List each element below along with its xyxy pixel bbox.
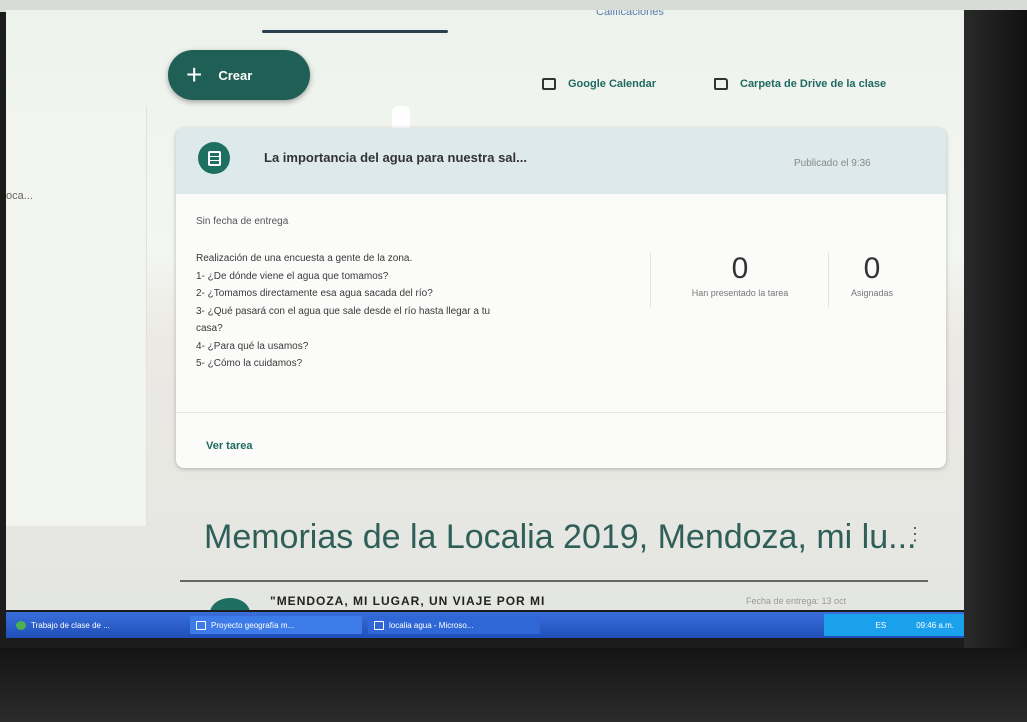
card-divider (176, 412, 946, 413)
calendar-icon (542, 78, 556, 90)
active-tab-indicator (262, 30, 448, 33)
description-line: 3- ¿Qué pasará con el agua que sale desd… (196, 305, 491, 317)
submitted-count: 0 (731, 252, 749, 285)
word-icon (374, 620, 384, 630)
due-date: Sin fecha de entrega (196, 216, 289, 227)
description-line: Realización de una encuesta a gente de l… (196, 253, 413, 264)
create-button-label: Crear (218, 67, 253, 83)
language-indicator[interactable]: ES (876, 621, 887, 630)
plus-icon: + (186, 59, 203, 90)
word-icon (196, 620, 206, 630)
google-calendar-link[interactable]: Google Calendar (542, 78, 656, 90)
assigned-stat[interactable]: 0 Asignadas (832, 252, 912, 298)
google-calendar-label: Google Calendar (568, 78, 657, 90)
more-options-icon[interactable]: ⋮ (906, 524, 924, 545)
assignment-description: Realización de una encuesta a gente de l… (196, 250, 666, 373)
next-item-date: Fecha de entrega: 13 oct (746, 596, 847, 606)
material-icon (210, 598, 250, 610)
topic-divider (180, 580, 928, 582)
next-item-title[interactable]: "MENDOZA, MI LUGAR, UN VIAJE POR MI (270, 594, 545, 608)
submitted-stat[interactable]: 0 Han presentado la tarea (660, 252, 820, 298)
description-line: 2- ¿Tomamos directamente esa agua sacada… (196, 288, 433, 299)
monitor-bezel-right (964, 10, 1027, 650)
create-button[interactable]: + Crear (168, 50, 310, 100)
monitor-bezel-bottom (0, 648, 1027, 722)
folder-icon (714, 78, 728, 90)
submitted-label: Han presentado la tarea (691, 288, 789, 298)
assignment-icon (198, 142, 230, 174)
windows-taskbar: Trabajo de clase de ... Proyecto geograf… (6, 612, 964, 638)
description-line: casa? (196, 323, 223, 334)
system-tray: ES 09:46 a.m. (824, 614, 964, 636)
clock: 09:46 a.m. (916, 620, 954, 630)
chrome-icon (16, 620, 26, 630)
stat-divider (650, 252, 651, 308)
topic-title: Memorias de la Localia 2019, Mendoza, mi… (204, 518, 917, 556)
screen: Calificaciones oca... + Crear Google Cal… (6, 10, 964, 610)
sidebar-item-label[interactable]: oca... (6, 190, 33, 202)
class-drive-folder-label: Carpeta de Drive de la clase (740, 78, 887, 90)
assigned-count: 0 (863, 252, 881, 285)
assignment-card-header[interactable]: La importancia del agua para nuestra sal… (176, 128, 946, 194)
description-line: 4- ¿Para qué la usamos? (196, 340, 309, 352)
description-line: 5- ¿Cómo la cuidamos? (196, 358, 303, 369)
taskbar-item-word-project[interactable]: Proyecto geografía m... (190, 616, 362, 634)
view-assignment-link[interactable]: Ver tarea (206, 440, 252, 452)
taskbar-item-word-localia[interactable]: localia agua - Microso... (368, 616, 540, 634)
taskbar-item-label: localia agua - Microso... (389, 620, 474, 630)
assignment-title[interactable]: La importancia del agua para nuestra sal… (264, 150, 527, 165)
stat-divider (828, 252, 829, 308)
tab-grades[interactable]: Calificaciones (596, 10, 664, 18)
taskbar-item-classroom[interactable]: Trabajo de clase de ... (10, 616, 168, 634)
description-line: 1- ¿De dónde viene el agua que tomamos? (196, 270, 389, 282)
sidebar: oca... (6, 106, 147, 526)
taskbar-item-label: Proyecto geografía m... (211, 620, 295, 630)
taskbar-item-label: Trabajo de clase de ... (31, 620, 110, 630)
class-drive-folder-link[interactable]: Carpeta de Drive de la clase (714, 78, 886, 90)
assigned-label: Asignadas (850, 288, 894, 298)
assignment-card[interactable]: La importancia del agua para nuestra sal… (176, 128, 946, 468)
published-time: Publicado el 9:36 (794, 158, 871, 169)
